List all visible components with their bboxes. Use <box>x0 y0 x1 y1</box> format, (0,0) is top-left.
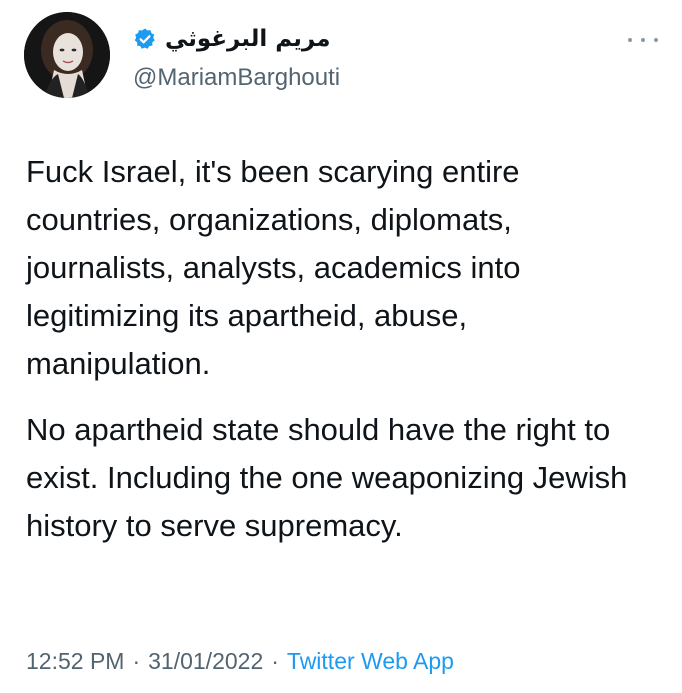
tweet-source-link[interactable]: Twitter Web App <box>287 648 454 674</box>
more-options-icon[interactable] <box>628 30 658 50</box>
display-name[interactable]: مريم البرغوثي <box>165 26 330 52</box>
meta-separator: · <box>271 648 279 674</box>
author-name-row[interactable]: مريم البرغوثي <box>133 22 330 56</box>
tweet-paragraph: No apartheid state should have the right… <box>26 412 628 543</box>
tweet-time[interactable]: 12:52 PM <box>26 648 124 674</box>
verified-badge-icon <box>133 27 157 51</box>
more-dot <box>628 38 632 42</box>
more-dot <box>641 38 645 42</box>
tweet-card: مريم البرغوثي @MariamBarghouti Fuck Isra… <box>0 0 682 693</box>
profile-photo-icon <box>24 12 110 98</box>
tweet-paragraph: Fuck Israel, it's been scarying entire c… <box>26 154 521 381</box>
username-handle[interactable]: @MariamBarghouti <box>133 64 340 92</box>
tweet-metadata: 12:52 PM · 31/01/2022 · Twitter Web App <box>26 648 454 675</box>
avatar[interactable] <box>24 12 110 98</box>
tweet-date[interactable]: 31/01/2022 <box>148 648 263 674</box>
meta-separator: · <box>132 648 141 674</box>
more-dot <box>654 38 658 42</box>
tweet-text: Fuck Israel, it's been scarying entire c… <box>26 148 656 550</box>
